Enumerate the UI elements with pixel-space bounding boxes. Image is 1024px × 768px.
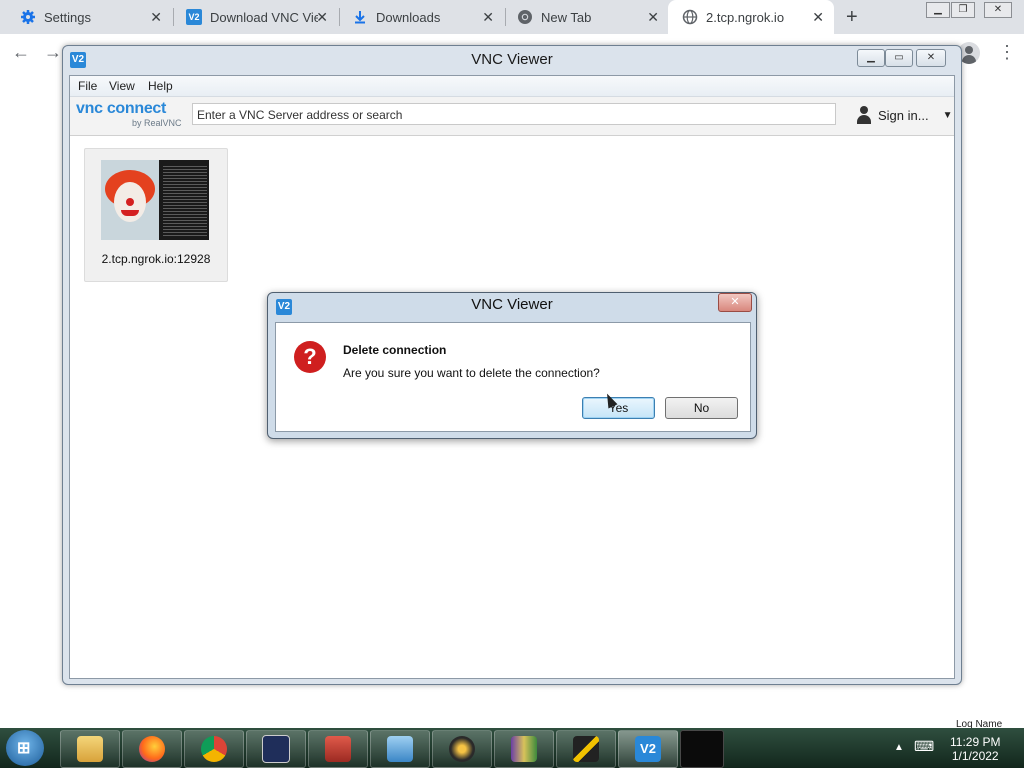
dialog-title: VNC Viewer [471, 296, 553, 313]
tab-new-tab[interactable]: New Tab ✕ [497, 0, 669, 34]
chrome-icon [517, 9, 533, 25]
clock[interactable]: 11:29 PM 1/1/2022 [950, 735, 1000, 763]
minimize-button[interactable]: ▁ [926, 2, 950, 18]
close-icon[interactable]: ✕ [482, 9, 494, 26]
close-icon[interactable]: ✕ [647, 9, 659, 26]
chrome-icon [201, 736, 227, 762]
brand-name: vnc connect [76, 100, 167, 117]
brand-subtitle: by RealVNC [132, 118, 182, 128]
tab-label: 2.tcp.ngrok.io [706, 9, 785, 25]
taskbar-archive[interactable] [494, 730, 554, 768]
menu-file[interactable]: File [78, 79, 97, 93]
command-prompt-icon [262, 735, 290, 763]
taskbar: ⊞ V2 ▲ ⌨ 11:29 PM 1/1/2022 [0, 728, 1024, 768]
menu-bar: File View Help [70, 76, 954, 97]
taskbar-app[interactable] [556, 730, 616, 768]
search-bar-area: vnc connect by RealVNC Enter a VNC Serve… [70, 97, 954, 136]
close-icon[interactable]: ✕ [150, 9, 162, 26]
tab-label: New Tab [541, 9, 592, 25]
media-icon [449, 736, 475, 762]
sign-in-button[interactable]: Sign in... ▼ [856, 106, 953, 124]
vnc-close-button[interactable]: ✕ [916, 49, 946, 67]
close-window-button[interactable]: ✕ [984, 2, 1012, 18]
delete-connection-dialog: V2 VNC Viewer ✕ ? Delete connection Are … [267, 292, 757, 439]
folder-icon [77, 736, 103, 762]
forward-arrow-icon[interactable]: → [44, 42, 62, 63]
taskbar-toolbox[interactable] [308, 730, 368, 768]
window-title: VNC Viewer [471, 51, 553, 68]
connection-tile[interactable]: 2.tcp.ngrok.io:12928 [84, 148, 228, 282]
firefox-icon [139, 736, 165, 762]
taskbar-control-panel[interactable] [370, 730, 430, 768]
taskbar-vnc-viewer[interactable]: V2 [618, 730, 678, 768]
close-icon[interactable]: ✕ [316, 9, 328, 26]
dialog-close-button[interactable]: ✕ [718, 293, 752, 312]
dialog-heading: Delete connection [343, 343, 447, 357]
download-icon [352, 9, 368, 25]
search-input[interactable]: Enter a VNC Server address or search [192, 103, 836, 125]
gear-icon [20, 9, 36, 25]
control-panel-icon [387, 736, 413, 762]
tab-ngrok[interactable]: 2.tcp.ngrok.io ✕ [668, 0, 834, 34]
sign-in-label: Sign in... [878, 107, 929, 123]
browser-tab-strip: Settings ✕ V2 Download VNC Vie ✕ Downloa… [0, 0, 1024, 34]
tab-download-vnc[interactable]: V2 Download VNC Vie ✕ [166, 0, 338, 34]
tab-label: Downloads [376, 9, 441, 25]
toolbox-icon [325, 736, 351, 762]
taskbar-chrome[interactable] [184, 730, 244, 768]
close-icon[interactable]: ✕ [812, 9, 824, 26]
yes-button[interactable]: Yes [582, 397, 655, 419]
tab-settings[interactable]: Settings ✕ [0, 0, 172, 34]
connection-thumbnail [101, 160, 209, 240]
tab-label: Settings [44, 9, 91, 25]
new-tab-button[interactable]: + [846, 6, 858, 29]
vnc-minimize-button[interactable]: ▁ [857, 49, 885, 67]
tab-label: Download VNC Vie [210, 9, 318, 25]
lightning-icon [573, 736, 599, 762]
clock-date: 1/1/2022 [951, 749, 999, 763]
back-arrow-icon[interactable]: ← [12, 42, 30, 63]
question-icon: ? [294, 341, 326, 373]
no-button[interactable]: No [665, 397, 738, 419]
menu-help[interactable]: Help [148, 79, 173, 93]
show-hidden-icons[interactable]: ▲ [894, 742, 904, 753]
vnc-icon: V2 [635, 736, 661, 762]
dialog-message: Are you sure you want to delete the conn… [343, 366, 600, 380]
menu-view[interactable]: View [109, 79, 135, 93]
taskbar-firefox[interactable] [122, 730, 182, 768]
taskbar-media[interactable] [432, 730, 492, 768]
chevron-down-icon: ▼ [942, 109, 953, 121]
windows-logo-icon: ⊞ [17, 740, 31, 757]
taskbar-cmd[interactable] [246, 730, 306, 768]
dialog-body: ? Delete connection Are you sure you wan… [275, 322, 751, 432]
globe-icon [682, 9, 698, 25]
more-options-icon[interactable]: ⋮ [998, 42, 1016, 63]
network-icon[interactable]: ⌨ [914, 738, 934, 755]
taskbar-explorer[interactable] [60, 730, 120, 768]
restore-button[interactable]: ❐ [951, 2, 975, 18]
vnc-connect-logo: vnc connect by RealVNC [76, 100, 182, 128]
connection-label: 2.tcp.ngrok.io:12928 [101, 252, 211, 266]
user-icon [856, 106, 872, 124]
taskbar-blank-window[interactable] [680, 730, 724, 768]
vnc-icon: V2 [186, 9, 202, 25]
start-button[interactable]: ⊞ [6, 730, 44, 766]
terminal-window-thumbnail [163, 164, 207, 238]
tab-downloads[interactable]: Downloads ✕ [332, 0, 504, 34]
archive-icon [511, 736, 537, 762]
clock-time: 11:29 PM [950, 735, 1001, 749]
vnc-maximize-button[interactable]: ▭ [885, 49, 913, 67]
clown-wallpaper-image [101, 160, 159, 240]
